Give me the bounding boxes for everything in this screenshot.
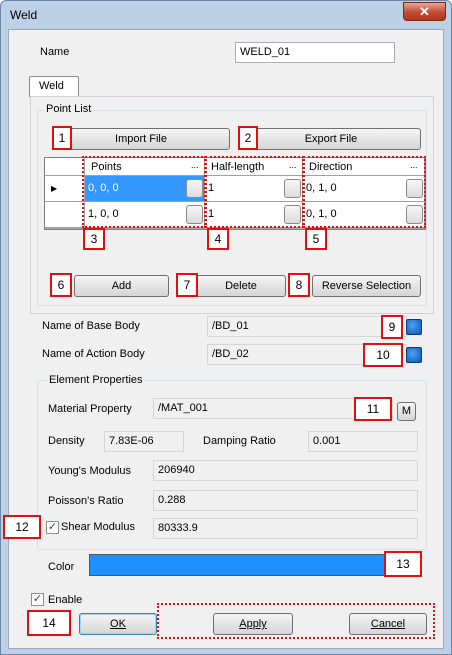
enable-checkbox[interactable]: ✓	[31, 593, 44, 606]
callout-11: 11	[354, 397, 392, 421]
import-file-button[interactable]: Import File	[52, 128, 230, 150]
callout-2: 2	[238, 126, 258, 150]
name-label: Name	[40, 46, 70, 58]
grid-corner	[45, 158, 85, 176]
callout-7: 7	[176, 273, 198, 297]
youngs-modulus-field[interactable]: 206940	[153, 460, 418, 481]
damping-ratio-label: Damping Ratio	[203, 435, 276, 447]
callout-8: 8	[288, 273, 310, 297]
row-header-1[interactable]: ▶	[45, 176, 85, 202]
callout-1: 1	[52, 126, 72, 150]
base-body-field[interactable]: /BD_01	[207, 316, 407, 337]
cancel-button[interactable]: Cancel	[349, 613, 427, 635]
base-body-pick-icon[interactable]	[406, 319, 422, 335]
callout-3: 3	[83, 228, 105, 250]
reverse-selection-button[interactable]: Reverse Selection	[312, 275, 421, 297]
ok-button[interactable]: OK	[79, 613, 157, 635]
callout-9: 9	[381, 315, 403, 339]
poissons-ratio-label: Poisson's Ratio	[48, 495, 124, 507]
window-title: Weld	[10, 8, 38, 22]
callout-14: 14	[27, 610, 71, 636]
base-body-label: Name of Base Body	[42, 320, 140, 332]
action-body-label: Name of Action Body	[42, 348, 145, 360]
ok-button-label: OK	[110, 618, 126, 630]
shear-modulus-checkbox[interactable]: ✓	[46, 521, 59, 534]
shear-modulus-label: Shear Modulus	[61, 521, 135, 533]
checkmark-icon: ✓	[32, 593, 43, 605]
color-swatch[interactable]	[89, 554, 387, 576]
dialog-body: Name WELD_01 Weld Point List Import File…	[3, 29, 444, 649]
callout-5: 5	[305, 228, 327, 250]
name-field[interactable]: WELD_01	[235, 42, 395, 63]
callout-12: 12	[3, 515, 41, 539]
weld-dialog: Weld ✕ Name WELD_01 Weld Point List Impo…	[0, 0, 452, 655]
tab-weld[interactable]: Weld	[29, 76, 79, 97]
material-property-label: Material Property	[48, 403, 132, 415]
apply-button-label: Apply	[239, 618, 267, 630]
density-field[interactable]: 7.83E-06	[104, 431, 184, 452]
callout-13: 13	[384, 551, 422, 577]
poissons-ratio-field[interactable]: 0.288	[153, 490, 418, 511]
material-browse-button[interactable]: M	[397, 402, 416, 421]
cancel-button-label: Cancel	[370, 618, 406, 630]
enable-label: Enable	[48, 594, 83, 606]
youngs-modulus-label: Young's Modulus	[48, 465, 132, 477]
shear-modulus-field[interactable]: 80333.9	[153, 518, 418, 539]
element-properties-title: Element Properties	[47, 374, 145, 386]
export-file-button[interactable]: Export File	[241, 128, 421, 150]
row-selector-icon: ▶	[51, 184, 58, 193]
tab-weld-label: Weld	[39, 80, 64, 92]
delete-button[interactable]: Delete	[196, 275, 286, 297]
direction-column-highlight	[303, 156, 426, 228]
close-button[interactable]: ✕	[403, 2, 446, 21]
apply-button[interactable]: Apply	[213, 613, 293, 635]
callout-4: 4	[207, 228, 229, 250]
damping-ratio-field[interactable]: 0.001	[308, 431, 418, 452]
callout-10: 10	[363, 343, 403, 367]
row-header-2[interactable]	[45, 202, 85, 228]
half-length-column-highlight	[205, 156, 304, 228]
point-list-title: Point List	[44, 103, 94, 115]
color-label: Color	[48, 561, 75, 573]
density-label: Density	[48, 435, 85, 447]
callout-6: 6	[50, 273, 72, 297]
action-body-pick-icon[interactable]	[406, 347, 422, 363]
add-button[interactable]: Add	[74, 275, 169, 297]
points-column-highlight	[82, 156, 206, 228]
title-bar[interactable]: Weld ✕	[1, 1, 451, 29]
checkmark-icon: ✓	[47, 521, 58, 533]
